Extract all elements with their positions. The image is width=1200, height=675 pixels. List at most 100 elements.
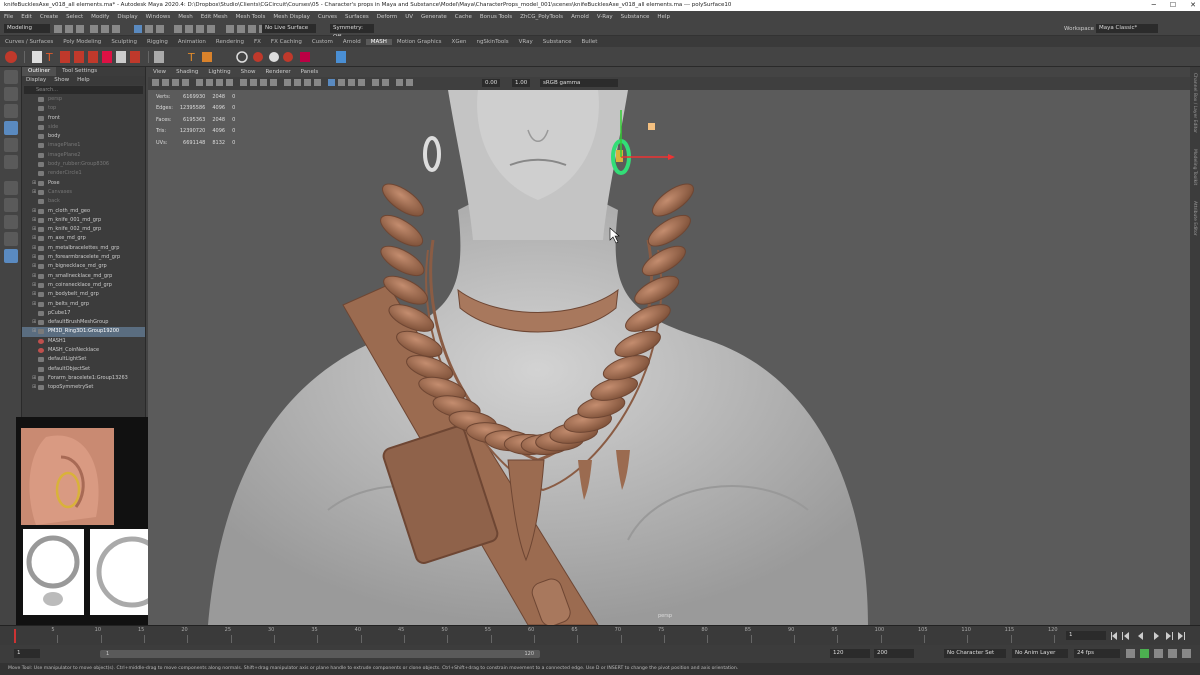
outliner-item[interactable]: ⊞ defaultBrushMeshGroup	[22, 318, 145, 327]
outliner-item[interactable]: MASH1	[22, 337, 145, 346]
outliner-menu-help[interactable]: Help	[73, 76, 94, 85]
anim-end-field[interactable]: 200	[874, 649, 914, 658]
layout-two-icon[interactable]	[4, 232, 18, 246]
menu-select[interactable]: Select	[62, 14, 87, 20]
menu-uv[interactable]: UV	[401, 14, 417, 20]
shelf-tab-poly-modeling[interactable]: Poly Modeling	[58, 39, 106, 45]
outliner-item[interactable]: back	[22, 197, 145, 206]
shelf-tab-fx[interactable]: FX	[249, 39, 266, 45]
viewport-menu-panels[interactable]: Panels	[296, 69, 324, 75]
viewport-menu-shading[interactable]: Shading	[171, 69, 203, 75]
outliner-item[interactable]: ⊞ m_belts_md_grp	[22, 300, 145, 309]
tab-outliner[interactable]: Outliner	[22, 67, 57, 76]
outliner-item[interactable]: ⊞ m_bodybelt_md_grp	[22, 290, 145, 299]
modeling-toolkit-tab[interactable]: Modeling Toolkit	[1192, 149, 1197, 185]
shelf-tab-mash[interactable]: MASH	[365, 38, 392, 45]
outliner-item[interactable]: ⊞ Pose	[22, 179, 145, 188]
minimize-button[interactable]: ─	[1152, 0, 1156, 11]
outliner-search-input[interactable]: Search...	[24, 86, 143, 94]
outliner-item[interactable]: ⊞ m_metalbracelettes_md_grp	[22, 244, 145, 253]
menu-create[interactable]: Create	[36, 14, 62, 20]
attribute-editor-tab[interactable]: Attribute Editor	[1192, 201, 1197, 236]
color-space-dropdown[interactable]: sRGB gamma	[540, 79, 618, 87]
expand-icon[interactable]: ⊞	[32, 290, 36, 299]
lasso-tool-icon[interactable]	[4, 87, 18, 101]
shelf-tab-animation[interactable]: Animation	[173, 39, 211, 45]
menu-cache[interactable]: Cache	[451, 14, 476, 20]
shelf-tab-arnold[interactable]: Arnold	[338, 39, 366, 45]
outliner-item[interactable]: ⊞ m_axe_md_grp	[22, 234, 145, 243]
expand-icon[interactable]: ⊞	[32, 383, 36, 392]
outliner-item[interactable]: ⊞ m_forearmbracelete_md_grp	[22, 253, 145, 262]
shelf-icons[interactable]: T T	[4, 50, 364, 64]
expand-icon[interactable]: ⊞	[32, 300, 36, 309]
shelf-tab-ngskintools[interactable]: ngSkinTools	[471, 39, 513, 45]
maximize-button[interactable]: ☐	[1170, 0, 1176, 11]
tab-tool-settings[interactable]: Tool Settings	[56, 67, 103, 76]
menu-surfaces[interactable]: Surfaces	[341, 14, 373, 20]
status-line-icons[interactable]	[54, 24, 274, 34]
shelf-tab-sculpting[interactable]: Sculpting	[106, 39, 142, 45]
outliner-item[interactable]: persp	[22, 95, 145, 104]
layout-outliner-icon[interactable]	[4, 249, 18, 263]
outliner-item[interactable]: side	[22, 123, 145, 132]
expand-icon[interactable]: ⊞	[32, 318, 36, 327]
rotate-tool-icon[interactable]	[4, 138, 18, 152]
outliner-menu-display[interactable]: Display	[22, 76, 50, 85]
outliner-item[interactable]: ⊞ m_bignecklace_md_grp	[22, 262, 145, 271]
layout-single-icon[interactable]	[4, 198, 18, 212]
menu-mesh[interactable]: Mesh	[174, 14, 196, 20]
outliner-item[interactable]: pCube17	[22, 309, 145, 318]
outliner-item[interactable]: imagePlane1	[22, 141, 145, 150]
outliner-item[interactable]: ⊞ m_knife_002_md_grp	[22, 225, 145, 234]
paint-select-icon[interactable]	[4, 104, 18, 118]
outliner-item[interactable]: renderCircle1	[22, 169, 145, 178]
character-set-dropdown[interactable]: No Character Set	[944, 649, 1006, 658]
move-tool-icon[interactable]	[4, 121, 18, 135]
menu-mesh-display[interactable]: Mesh Display	[269, 14, 314, 20]
expand-icon[interactable]: ⊞	[32, 234, 36, 243]
shelf-tab-bullet[interactable]: Bullet	[577, 39, 603, 45]
viewport-menu-show[interactable]: Show	[236, 69, 261, 75]
menu-edit-mesh[interactable]: Edit Mesh	[197, 14, 232, 20]
menu-v-ray[interactable]: V-Ray	[593, 14, 617, 20]
range-end-field[interactable]: 120	[830, 649, 870, 658]
menu-display[interactable]: Display	[113, 14, 141, 20]
time-slider[interactable]: 5 10 15 20 25 30 35 40 45 50 55 60 65 70 75 80 85 90 95 100…	[0, 625, 1200, 645]
expand-icon[interactable]: ⊞	[32, 244, 36, 253]
outliner-item[interactable]: front	[22, 114, 145, 123]
channel-box-tab[interactable]: Channel Box / Layer Editor	[1192, 73, 1197, 133]
fps-dropdown[interactable]: 24 fps	[1074, 649, 1120, 658]
menu-mesh-tools[interactable]: Mesh Tools	[232, 14, 270, 20]
live-surface-field[interactable]: No Live Surface	[262, 24, 316, 33]
expand-icon[interactable]: ⊞	[32, 253, 36, 262]
menu-deform[interactable]: Deform	[373, 14, 401, 20]
expand-icon[interactable]: ⊞	[32, 327, 36, 336]
outliner-item[interactable]: defaultObjectSet	[22, 365, 145, 374]
outliner-item[interactable]: ⊞ m_coinsnecklace_md_grp	[22, 281, 145, 290]
outliner-menu-show[interactable]: Show	[50, 76, 73, 85]
exposure-field[interactable]: 0.00	[482, 79, 501, 87]
outliner-item[interactable]: top	[22, 104, 145, 113]
select-tool-icon[interactable]	[4, 70, 18, 84]
outliner-item[interactable]: imagePlane2	[22, 151, 145, 160]
viewport-toolbar-icons[interactable]	[152, 79, 472, 88]
close-button[interactable]: ✕	[1190, 0, 1196, 11]
workspace-dropdown[interactable]: Maya Classic*	[1096, 24, 1158, 33]
last-tool-icon[interactable]	[4, 181, 18, 195]
range-bar-icons[interactable]	[1126, 649, 1196, 659]
shelf-tab-vray[interactable]: VRay	[514, 39, 538, 45]
outliner-item[interactable]: ⊞ m_knife_001_md_grp	[22, 216, 145, 225]
outliner-item[interactable]: ⊞ topoSymmetrySet	[22, 383, 145, 392]
viewport-menu-view[interactable]: View	[148, 69, 171, 75]
expand-icon[interactable]: ⊞	[32, 188, 36, 197]
scale-tool-icon[interactable]	[4, 155, 18, 169]
shelf-tab-rendering[interactable]: Rendering	[211, 39, 249, 45]
outliner-item[interactable]: ⊞ m_cloth_md_geo	[22, 207, 145, 216]
playback-controls[interactable]	[1110, 631, 1196, 641]
viewport-persp[interactable]: View Shading Lighting Show Renderer Panels 0.…	[148, 67, 1200, 625]
expand-icon[interactable]: ⊞	[32, 207, 36, 216]
current-frame-field[interactable]: 1	[1066, 631, 1106, 640]
viewport-menu-renderer[interactable]: Renderer	[260, 69, 295, 75]
shelf-tab-substance[interactable]: Substance	[538, 39, 577, 45]
